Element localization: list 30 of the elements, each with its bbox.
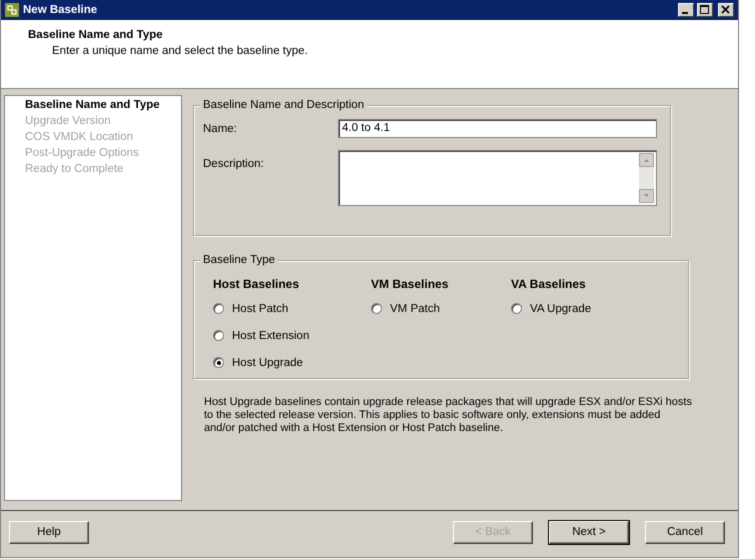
field-label: Name: bbox=[203, 122, 238, 134]
app-icon bbox=[4, 2, 20, 18]
step-item[interactable]: Baseline Name and Type bbox=[25, 97, 181, 113]
wizard-button[interactable]: Cancel bbox=[645, 520, 725, 544]
radio-button[interactable] bbox=[213, 357, 224, 368]
window-title: New Baseline bbox=[23, 4, 98, 16]
radio-label: Host Upgrade bbox=[232, 356, 303, 368]
page-subtitle: Enter a unique name and select the baseline type. bbox=[52, 45, 309, 57]
radio-button[interactable] bbox=[213, 330, 224, 341]
radio-label: Host Extension bbox=[232, 330, 310, 342]
column-heading: VA Baselines bbox=[511, 277, 587, 293]
radio-button[interactable] bbox=[213, 303, 224, 314]
radio-button[interactable] bbox=[511, 303, 522, 314]
column-heading: Host Baselines bbox=[213, 277, 300, 293]
column-heading: VM Baselines bbox=[371, 277, 450, 293]
radio-label: VM Patch bbox=[390, 302, 440, 314]
description-text: Host Upgrade baselines contain upgrade release packages that will upgrade ESX and/or ESXi hosts to the selected release version. This applies to basic software only, extensions must be added and/or patched with a Host Extension or Host Patch baseline. bbox=[204, 396, 693, 435]
wizard-button[interactable]: Next > bbox=[549, 520, 629, 544]
maximize-icon[interactable] bbox=[697, 3, 713, 17]
close-icon[interactable] bbox=[718, 3, 734, 17]
group-title: Baseline Type bbox=[200, 254, 278, 266]
radio-button[interactable] bbox=[371, 303, 382, 314]
radio-label: VA Upgrade bbox=[530, 302, 592, 314]
name-field[interactable]: 4.0 to 4.1 bbox=[338, 119, 657, 138]
radio-label: Host Patch bbox=[232, 302, 288, 314]
minimize-icon[interactable] bbox=[678, 3, 694, 17]
page-title: Baseline Name and Type bbox=[28, 29, 164, 41]
wizard-button[interactable]: Help bbox=[9, 520, 89, 544]
group-title: Baseline Name and Description bbox=[200, 99, 368, 111]
field-label: Description: bbox=[203, 157, 265, 172]
